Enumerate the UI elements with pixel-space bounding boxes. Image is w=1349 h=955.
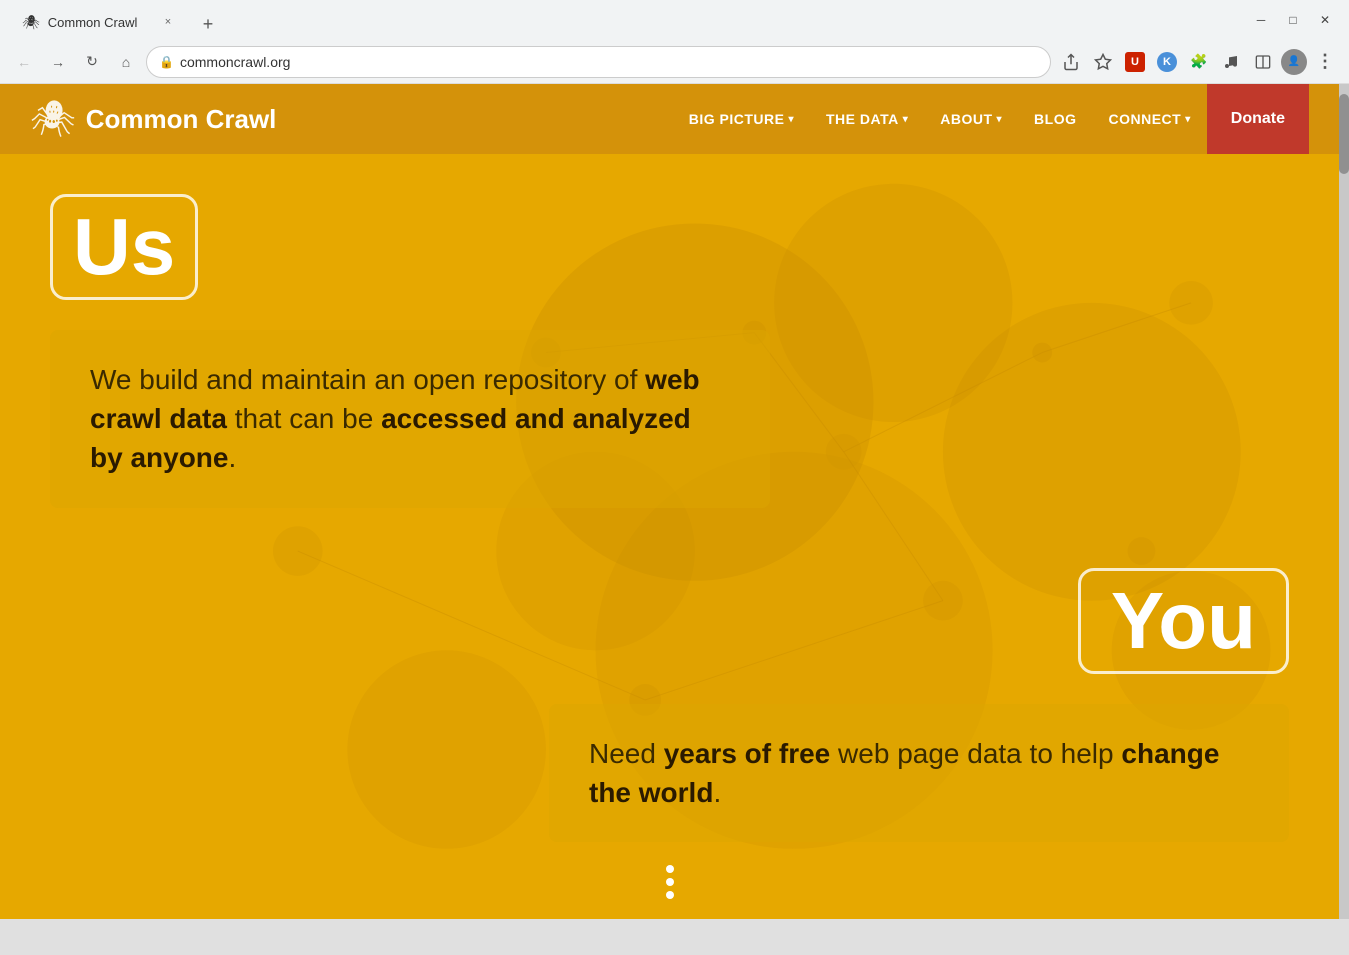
- k-extension-button[interactable]: K: [1153, 48, 1181, 76]
- window-controls: ─ □ ✕: [1247, 6, 1339, 34]
- you-section: You Need years of free web page data to …: [0, 548, 1339, 882]
- split-view-button[interactable]: [1249, 48, 1277, 76]
- site-logo[interactable]: 🕷 Common Crawl: [30, 101, 276, 137]
- menu-button[interactable]: ⋮: [1311, 48, 1339, 76]
- nav-label-the-data: THE DATA: [826, 111, 899, 127]
- you-desc-text-3: .: [713, 777, 721, 808]
- chevron-down-icon: ▾: [788, 114, 794, 125]
- nav-item-blog[interactable]: BLOG: [1018, 84, 1092, 154]
- us-desc-text-3: .: [228, 442, 236, 473]
- minimize-button[interactable]: ─: [1247, 6, 1275, 34]
- maximize-button[interactable]: □: [1279, 6, 1307, 34]
- nav-label-blog: BLOG: [1034, 111, 1076, 127]
- tab-favicon: 🕷: [22, 14, 40, 31]
- us-section: Us We build and maintain an open reposit…: [0, 154, 1339, 548]
- you-desc-text-2: web page data to help: [830, 738, 1121, 769]
- lock-icon: 🔒: [159, 55, 174, 69]
- profile-avatar[interactable]: 👤: [1281, 49, 1307, 75]
- bookmark-button[interactable]: [1089, 48, 1117, 76]
- us-desc-text-1: We build and maintain an open repository…: [90, 364, 645, 395]
- site-navigation: 🕷 Common Crawl BIG PICTURE ▾ THE DATA ▾ …: [0, 84, 1339, 154]
- dot-1: [666, 865, 674, 873]
- refresh-button[interactable]: ↻: [78, 48, 106, 76]
- us-label: Us: [73, 202, 175, 291]
- chevron-down-icon: ▾: [1185, 114, 1191, 125]
- donate-label: Donate: [1231, 110, 1285, 128]
- home-button[interactable]: ⌂: [112, 48, 140, 76]
- back-button[interactable]: ←: [10, 48, 38, 76]
- you-desc-text-1: Need: [589, 738, 664, 769]
- address-bar: ← → ↻ ⌂ 🔒 commoncrawl.org U K: [0, 40, 1349, 84]
- title-bar: 🕷 Common Crawl × + ─ □ ✕: [0, 0, 1349, 40]
- you-desc-bold-1: years of free: [664, 738, 831, 769]
- donate-button[interactable]: Donate: [1207, 84, 1309, 154]
- us-description: We build and maintain an open repository…: [50, 330, 770, 508]
- website-content: 🕷 Common Crawl BIG PICTURE ▾ THE DATA ▾ …: [0, 84, 1349, 919]
- hero-section: Us We build and maintain an open reposit…: [0, 154, 1339, 919]
- nav-item-about[interactable]: ABOUT ▾: [924, 84, 1018, 154]
- tab-close-button[interactable]: ×: [158, 12, 178, 32]
- browser-chrome: 🕷 Common Crawl × + ─ □ ✕ ← → ↻ ⌂ 🔒 commo…: [0, 0, 1349, 84]
- us-box: Us: [50, 194, 198, 300]
- chevron-down-icon: ▾: [997, 114, 1003, 125]
- close-button[interactable]: ✕: [1311, 6, 1339, 34]
- new-tab-button[interactable]: +: [194, 10, 222, 38]
- scrollbar-thumb[interactable]: [1339, 94, 1349, 174]
- scroll-indicator: [666, 865, 674, 899]
- us-desc-text-2: that can be: [227, 403, 381, 434]
- nav-item-the-data[interactable]: THE DATA ▾: [810, 84, 924, 154]
- media-button[interactable]: [1217, 48, 1245, 76]
- url-bar[interactable]: 🔒 commoncrawl.org: [146, 46, 1051, 78]
- nav-label-connect: CONNECT: [1109, 111, 1182, 127]
- share-button[interactable]: [1057, 48, 1085, 76]
- forward-button[interactable]: →: [44, 48, 72, 76]
- nav-label-big-picture: BIG PICTURE: [689, 111, 785, 127]
- site-name: Common Crawl: [86, 104, 277, 135]
- dot-3: [666, 891, 674, 899]
- dot-2: [666, 878, 674, 886]
- scrollbar[interactable]: [1339, 84, 1349, 919]
- you-label: You: [1111, 576, 1256, 665]
- chevron-down-icon: ▾: [903, 114, 909, 125]
- shield-extension-button[interactable]: U: [1121, 48, 1149, 76]
- nav-links: BIG PICTURE ▾ THE DATA ▾ ABOUT ▾ BLOG CO…: [673, 84, 1309, 154]
- you-description: Need years of free web page data to help…: [549, 704, 1289, 842]
- nav-item-connect[interactable]: CONNECT ▾: [1093, 84, 1207, 154]
- browser-actions: U K 🧩 👤 ⋮: [1057, 48, 1339, 76]
- you-box: You: [1078, 568, 1289, 674]
- url-text: commoncrawl.org: [180, 54, 290, 70]
- browser-tab[interactable]: 🕷 Common Crawl ×: [10, 6, 190, 38]
- puzzle-extension-button[interactable]: 🧩: [1185, 48, 1213, 76]
- tab-title: Common Crawl: [48, 15, 150, 30]
- spider-logo-icon: 🕷: [30, 101, 76, 137]
- nav-label-about: ABOUT: [940, 111, 992, 127]
- nav-item-big-picture[interactable]: BIG PICTURE ▾: [673, 84, 810, 154]
